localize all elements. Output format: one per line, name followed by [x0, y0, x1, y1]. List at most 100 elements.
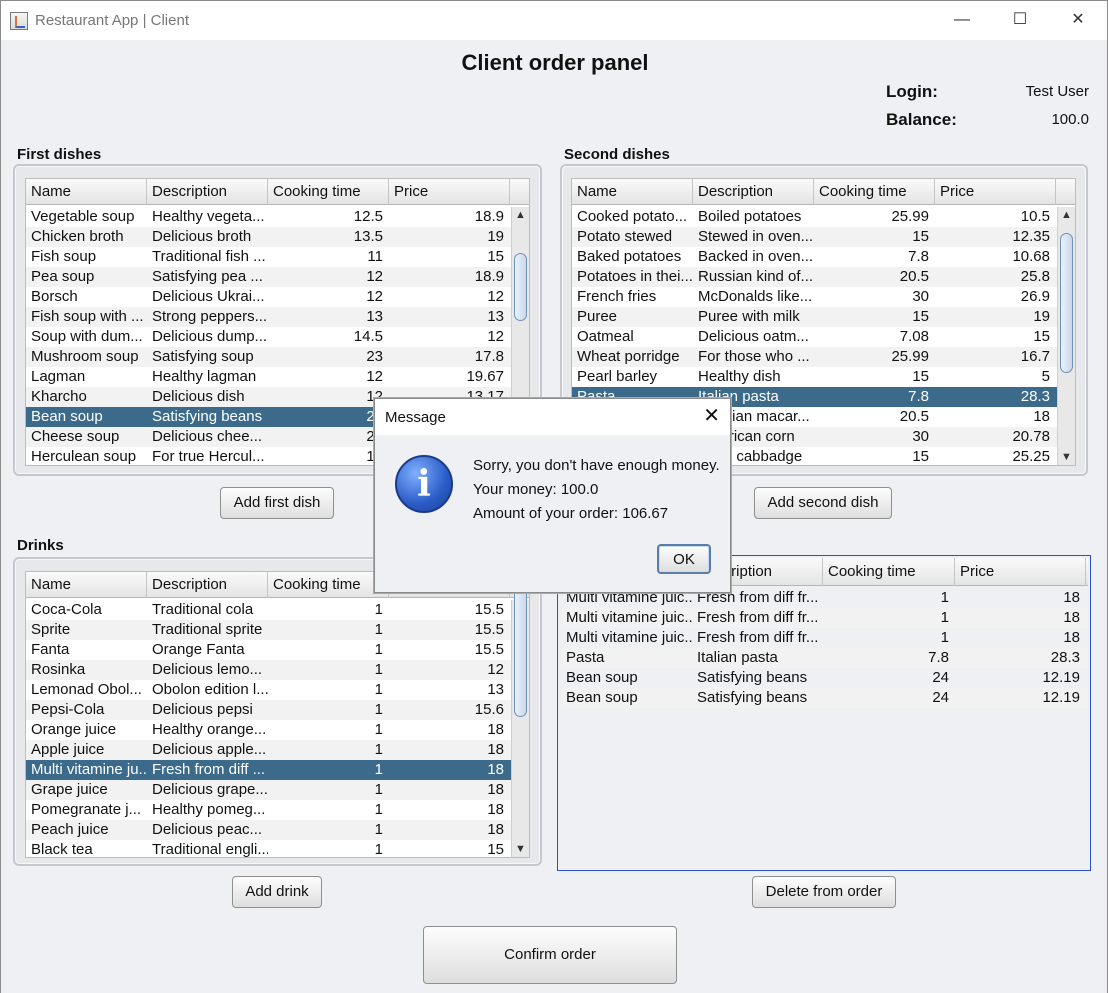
table-row[interactable]: Pea soup Satisfying pea ... 12 18.9: [26, 267, 511, 287]
close-window-button[interactable]: ✕: [1049, 1, 1107, 41]
cell-cooking-time: 13: [366, 308, 383, 325]
cell-description: Delicious dump...: [152, 328, 268, 345]
cell-cooking-time: 1: [374, 801, 383, 818]
table-row[interactable]: Multi vitamine juic... Fresh from diff fr…: [561, 628, 1088, 648]
cell-description: Healthy lagman: [152, 368, 257, 385]
table-row[interactable]: Pepsi-Cola Delicious pepsi 1 15.6: [26, 700, 511, 720]
table-row[interactable]: Fish soup Traditional fish ... 11 15: [26, 247, 511, 267]
cell-price: 28.3: [1020, 388, 1050, 405]
cell-name: Wheat porridge: [577, 348, 680, 365]
dialog-money-line: Your money: 100.0: [473, 481, 599, 498]
column-header[interactable]: Price: [935, 179, 1056, 205]
scroll-thumb[interactable]: [514, 253, 527, 321]
cell-name: French fries: [577, 288, 657, 305]
scroll-thumb[interactable]: [1060, 233, 1073, 373]
table-row[interactable]: Pomegranate j... Healthy pomeg... 1 18: [26, 800, 511, 820]
table-row[interactable]: Bean soup Satisfying beans 24 12.19: [561, 668, 1088, 688]
table-row[interactable]: Soup with dum... Delicious dump... 14.5 12: [26, 327, 511, 347]
cell-name: Multi vitamine ju...: [31, 761, 147, 778]
cell-cooking-time: 12.5: [353, 208, 383, 225]
column-header[interactable]: Name: [572, 179, 693, 205]
cell-description: Stewed in oven...: [698, 228, 814, 245]
vertical-scrollbar[interactable]: ▲▼: [511, 580, 529, 857]
table-row[interactable]: Oatmeal Delicious oatm... 7.08 15: [572, 327, 1057, 347]
maximize-button[interactable]: ☐: [991, 1, 1049, 41]
column-header[interactable]: Cooking time: [814, 179, 935, 205]
table-row[interactable]: Fanta Orange Fanta 1 15.5: [26, 640, 511, 660]
cell-cooking-time: 1: [374, 781, 383, 798]
column-header[interactable]: Name: [26, 179, 147, 205]
table-row[interactable]: Apple juice Delicious apple... 1 18: [26, 740, 511, 760]
table-row[interactable]: Borsch Delicious Ukrai... 12 12: [26, 287, 511, 307]
table-row[interactable]: Rosinka Delicious lemo... 1 12: [26, 660, 511, 680]
table-row[interactable]: Black tea Traditional engli... 1 15: [26, 840, 511, 857]
drinks-table[interactable]: NameDescriptionCooking timePriceCoca-Col…: [25, 571, 530, 858]
ok-button[interactable]: OK: [657, 544, 711, 574]
cell-description: Delicious peac...: [152, 821, 263, 838]
table-row[interactable]: French fries McDonalds like... 30 26.9: [572, 287, 1057, 307]
table-row[interactable]: Multi vitamine juic... Fresh from diff fr…: [561, 608, 1088, 628]
cell-cooking-time: 1: [374, 641, 383, 658]
scroll-down-icon[interactable]: ▼: [1058, 449, 1075, 465]
cell-name: Fish soup with ...: [31, 308, 144, 325]
minimize-button[interactable]: —: [933, 1, 991, 41]
cell-price: 18: [1063, 609, 1080, 626]
table-row[interactable]: Chicken broth Delicious broth 13.5 19: [26, 227, 511, 247]
scroll-up-icon[interactable]: ▲: [512, 207, 529, 223]
cell-price: 12: [487, 328, 504, 345]
add-second-dish-button[interactable]: Add second dish: [754, 487, 892, 519]
cell-price: 19: [487, 228, 504, 245]
table-row[interactable]: Lagman Healthy lagman 12 19.67: [26, 367, 511, 387]
column-header[interactable]: Cooking time: [823, 558, 955, 586]
cell-cooking-time: 1: [940, 589, 949, 606]
table-row[interactable]: Pearl barley Healthy dish 15 5: [572, 367, 1057, 387]
add-drink-button[interactable]: Add drink: [232, 876, 322, 908]
delete-from-order-button[interactable]: Delete from order: [752, 876, 896, 908]
table-row[interactable]: Coca-Cola Traditional cola 1 15.5: [26, 600, 511, 620]
column-header[interactable]: Description: [147, 572, 268, 598]
add-first-dish-button[interactable]: Add first dish: [220, 487, 334, 519]
vertical-scrollbar[interactable]: ▲▼: [1057, 207, 1075, 465]
scroll-up-icon[interactable]: ▲: [1058, 207, 1075, 223]
table-row[interactable]: Vegetable soup Healthy vegeta... 12.5 18.9: [26, 207, 511, 227]
table-row[interactable]: Baked potatoes Backed in oven... 7.8 10.68: [572, 247, 1057, 267]
column-header[interactable]: Price: [389, 179, 510, 205]
dialog-close-icon[interactable]: ✕: [703, 405, 720, 427]
cell-cooking-time: 24: [268, 407, 389, 427]
table-row[interactable]: Bean soup Satisfying beans 24 12.19: [561, 688, 1088, 708]
column-header[interactable]: Description: [147, 179, 268, 205]
table-row[interactable]: Lemonad Obol... Obolon edition l... 1 13: [26, 680, 511, 700]
table-row[interactable]: Fish soup with ... Strong peppers... 13 13: [26, 307, 511, 327]
cell-description: Fresh from diff ...: [152, 761, 266, 778]
table-row[interactable]: Pasta Italian pasta 7.8 28.3: [561, 648, 1088, 668]
cell-name: Lagman: [31, 368, 86, 385]
cell-name: Bean soup: [566, 669, 638, 686]
column-header[interactable]: Cooking time: [268, 179, 389, 205]
table-row[interactable]: Potatoes in thei... Russian kind of... 20.…: [572, 267, 1057, 287]
cell-description: Delicious broth: [152, 228, 252, 245]
column-header[interactable]: Description: [693, 179, 814, 205]
scroll-down-icon[interactable]: ▼: [512, 841, 529, 857]
column-header[interactable]: Price: [955, 558, 1086, 586]
cell-cooking-time: 1: [374, 821, 383, 838]
column-header[interactable]: Name: [26, 572, 147, 598]
cell-name: Sprite: [31, 621, 71, 638]
table-row[interactable]: Puree Puree with milk 15 19: [572, 307, 1057, 327]
table-row[interactable]: Grape juice Delicious grape... 1 18: [26, 780, 511, 800]
table-row[interactable]: Orange juice Healthy orange... 1 18: [26, 720, 511, 740]
dialog-titlebar: Message ✕: [375, 399, 730, 435]
table-row[interactable]: Multi vitamine ju... Fresh from diff ... 1…: [26, 760, 511, 780]
table-row[interactable]: Sprite Traditional sprite 1 15.5: [26, 620, 511, 640]
cell-description: Delicious apple...: [152, 741, 267, 758]
scroll-thumb[interactable]: [514, 580, 527, 717]
table-row[interactable]: Mushroom soup Satisfying soup 23 17.8: [26, 347, 511, 367]
column-header[interactable]: Cooking time: [268, 572, 389, 598]
table-row[interactable]: Peach juice Delicious peac... 1 18: [26, 820, 511, 840]
cell-name: Puree: [577, 308, 618, 325]
table-row[interactable]: Cooked potato... Boiled potatoes 25.99 10.5: [572, 207, 1057, 227]
cell-price: 19: [1033, 308, 1050, 325]
cell-cooking-time: 25.99: [891, 208, 929, 225]
table-row[interactable]: Wheat porridge For those who ... 25.99 16.7: [572, 347, 1057, 367]
table-row[interactable]: Potato stewed Stewed in oven... 15 12.35: [572, 227, 1057, 247]
confirm-order-button[interactable]: Confirm order: [423, 926, 677, 984]
